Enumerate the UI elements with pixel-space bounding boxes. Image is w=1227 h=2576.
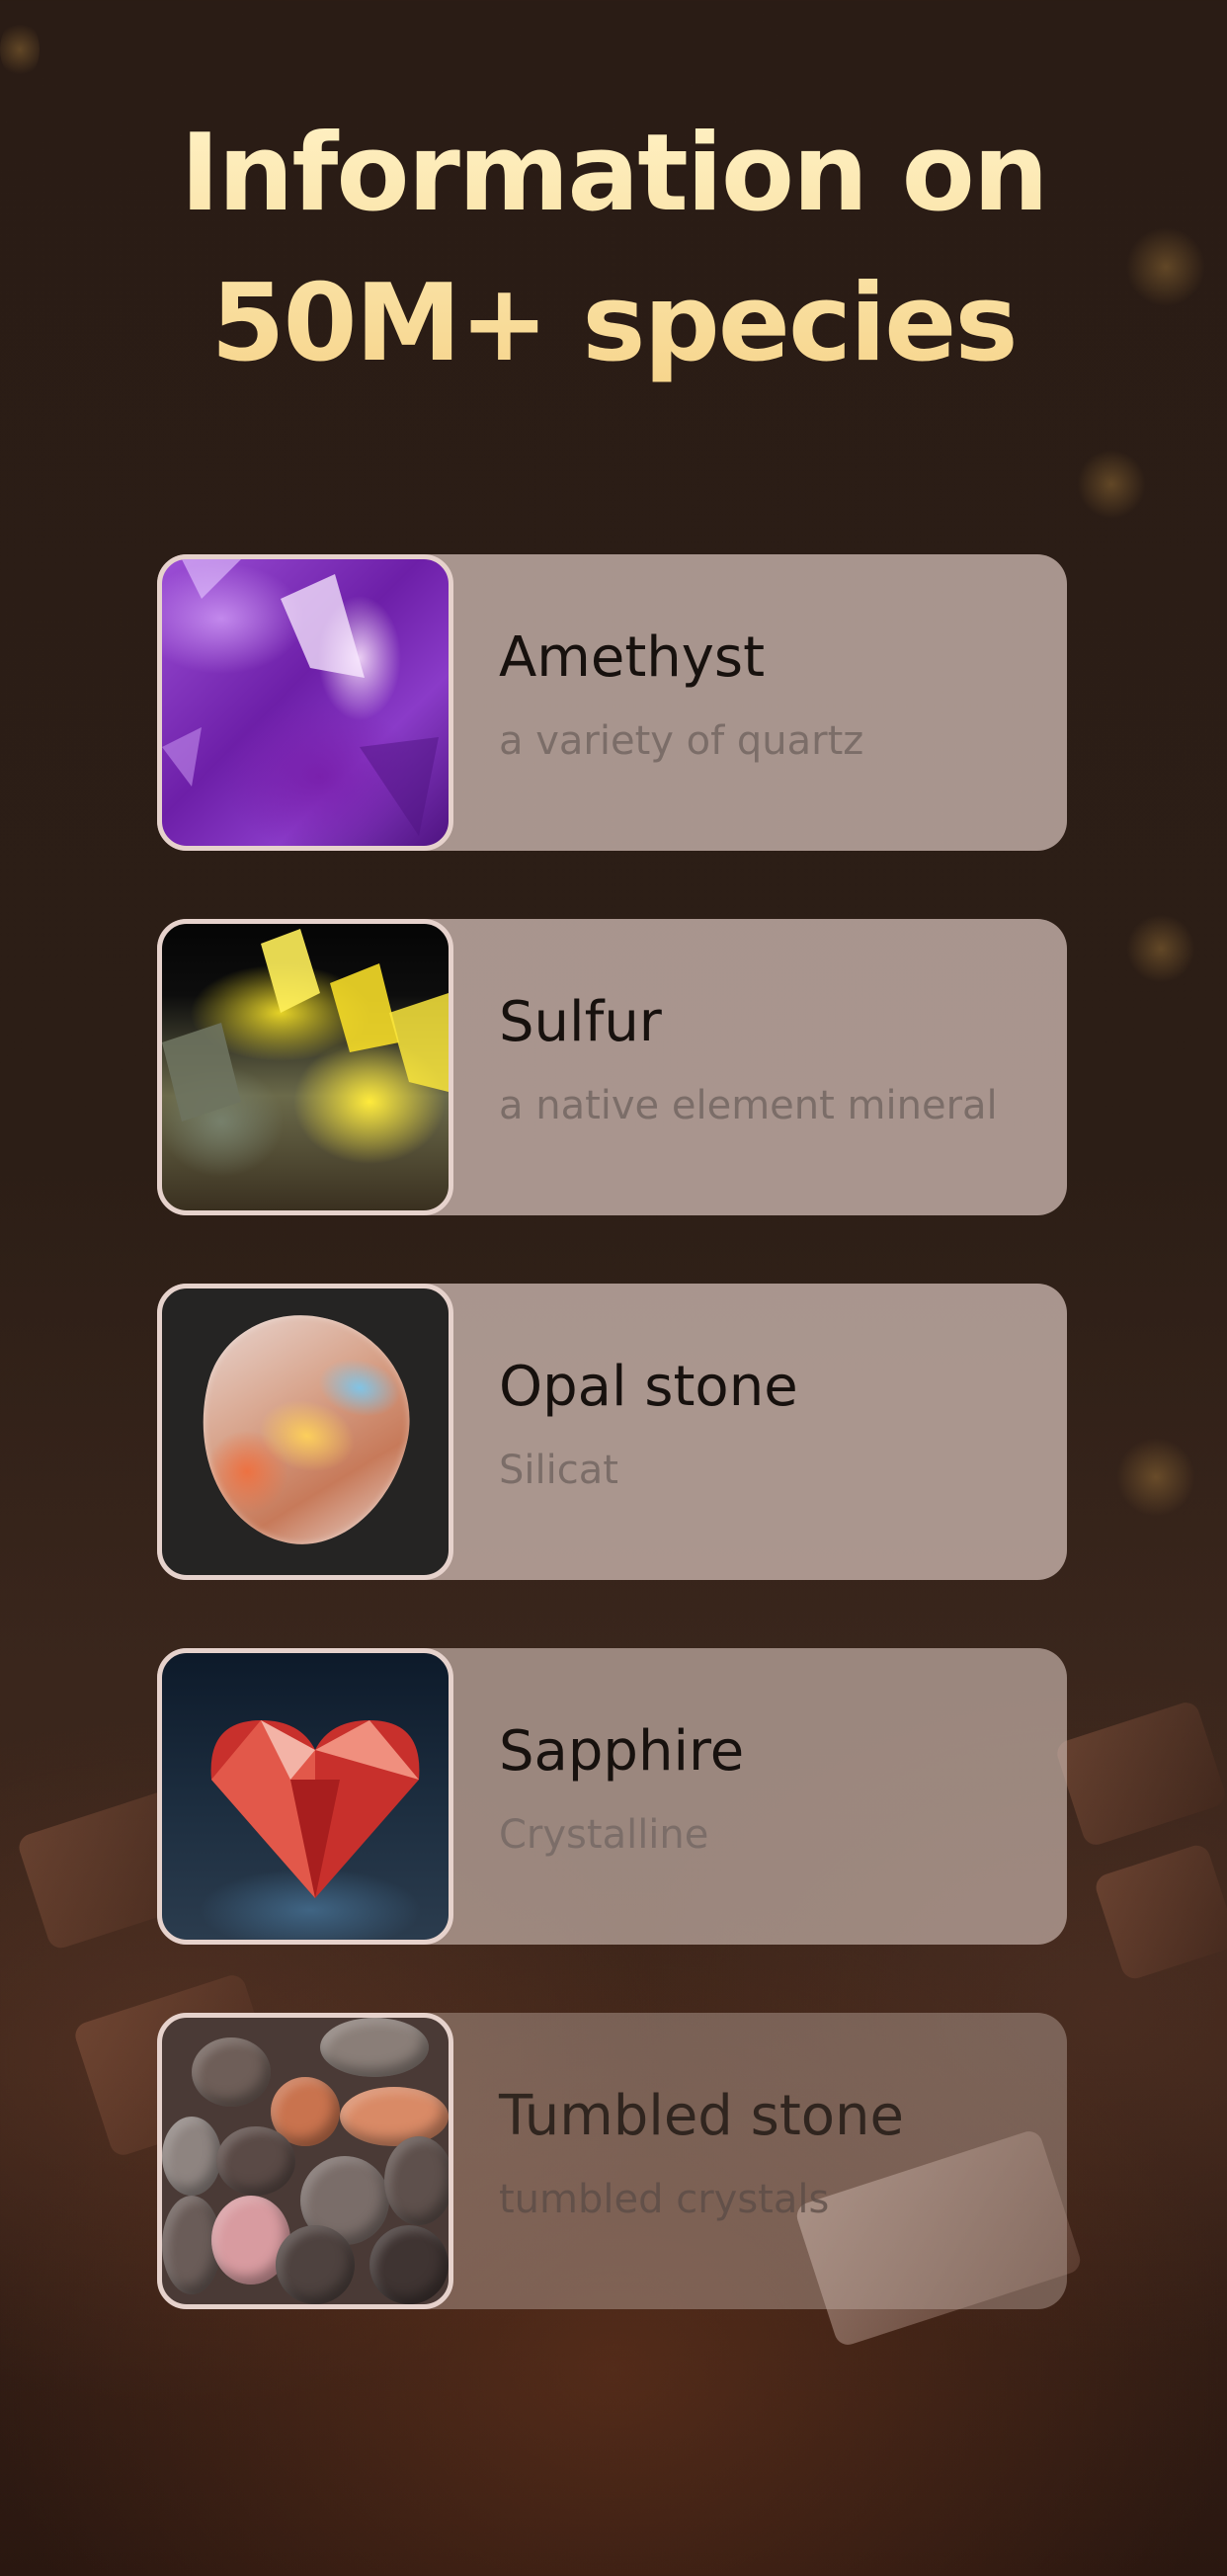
species-description: Crystalline (499, 1812, 709, 1858)
amethyst-image (157, 554, 453, 851)
species-name: Opal stone (499, 1355, 798, 1419)
sapphire-image (157, 1648, 453, 1945)
species-card-opal-stone[interactable]: Opal stone Silicat (157, 1284, 1067, 1580)
species-name: Amethyst (499, 625, 766, 690)
species-card-sulfur[interactable]: Sulfur a native element mineral (157, 919, 1067, 1215)
page-headline: Information on 50M+ species (0, 99, 1227, 399)
species-name: Tumbled stone (499, 2084, 904, 2148)
background-rock (1092, 1842, 1227, 1982)
species-description: Silicat (499, 1448, 618, 1493)
species-description: tumbled crystals (499, 2177, 830, 2222)
species-card-amethyst[interactable]: Amethyst a variety of quartz (157, 554, 1067, 851)
opal-stone-image (157, 1284, 453, 1580)
headline-line-2: 50M+ species (210, 262, 1017, 385)
pebble (340, 2087, 449, 2146)
bokeh-light (1077, 450, 1146, 519)
species-description: a native element mineral (499, 1083, 998, 1128)
pebble (384, 2136, 449, 2225)
amethyst-crystal-art (162, 559, 439, 836)
tumbled-stone-image (157, 2013, 453, 2309)
pebble (162, 2117, 221, 2196)
pebble (276, 2225, 355, 2304)
bokeh-light (1126, 914, 1195, 983)
pebble (216, 2126, 295, 2196)
pebble (369, 2225, 449, 2304)
species-name: Sulfur (499, 990, 662, 1054)
pebble (320, 2018, 429, 2077)
species-list: Amethyst a variety of quartz Sulfur a na… (157, 554, 1067, 2377)
background-rock (1053, 1699, 1227, 1849)
bokeh-light (0, 20, 40, 79)
heart-gem-art (210, 1720, 420, 1898)
pebble (192, 2037, 271, 2107)
species-card-sapphire[interactable]: Sapphire Crystalline (157, 1648, 1067, 1945)
species-description: a variety of quartz (499, 718, 864, 764)
opal-stone-shape (175, 1294, 432, 1565)
sulfur-crystal-art (162, 929, 449, 1122)
bokeh-light (1116, 1438, 1195, 1517)
species-name: Sapphire (499, 1719, 745, 1784)
species-card-tumbled-stone[interactable]: Tumbled stone tumbled crystals (157, 2013, 1067, 2309)
sulfur-image (157, 919, 453, 1215)
headline-line-1: Information on (180, 112, 1047, 235)
